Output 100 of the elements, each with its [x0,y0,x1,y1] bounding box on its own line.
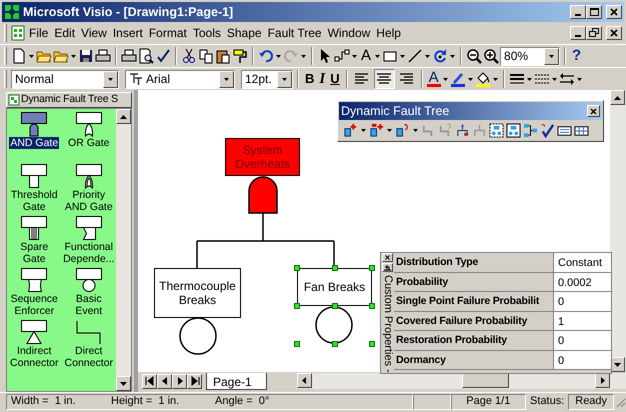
stencil-item[interactable]: OR Gate [67,137,110,149]
printer-icon[interactable] [95,48,111,64]
last-page-icon[interactable] [188,375,200,387]
align-center-button[interactable] [374,69,395,89]
selection-handle[interactable] [369,265,375,271]
hierarchy-icon[interactable] [523,122,538,138]
selection-handle[interactable] [294,265,300,271]
caret-icon[interactable] [351,52,358,60]
rotate-icon[interactable] [432,48,448,64]
scroll-left-icon[interactable] [301,376,308,385]
caret-icon[interactable] [466,76,474,82]
caret-icon[interactable] [449,52,456,60]
scroll-down-icon[interactable] [613,362,622,368]
stencil-item[interactable]: Sequence Enforcer [7,293,62,317]
caret-icon[interactable] [548,52,556,60]
save-icon[interactable] [78,48,94,64]
caret-icon[interactable] [386,126,393,134]
stencil-item[interactable]: Indirect Connector [7,345,62,369]
caret-icon[interactable] [70,52,77,60]
close-icon[interactable] [589,106,598,116]
font-size-dropdown[interactable]: 12pt. [241,70,293,88]
format-painter-icon[interactable] [232,48,248,64]
menu-item[interactable]: Tools [190,23,224,43]
zoom-dropdown[interactable]: 80% [500,46,560,66]
close-icon[interactable] [608,27,620,39]
italic-button[interactable]: I [317,71,328,87]
zoom-in-icon[interactable] [483,48,500,64]
menu-item[interactable]: View [78,23,110,43]
zoom-out-icon[interactable] [466,48,482,64]
caret-icon[interactable] [281,76,288,82]
block-question-icon[interactable] [395,122,410,138]
help-button[interactable]: ? [570,48,584,64]
page-tab[interactable]: Page-1 [206,372,267,390]
style-dropdown[interactable]: Normal [11,70,119,88]
property-value[interactable]: 0.0002 [554,272,611,291]
text-tool-button[interactable]: A [359,48,374,64]
caret-icon[interactable] [424,52,432,60]
stencil-item[interactable]: Spare Gate [7,241,62,265]
connector-icon[interactable] [334,48,350,64]
scroll-up-icon[interactable] [613,94,622,100]
copy-icon[interactable] [198,48,214,64]
property-value[interactable]: 1 [554,312,611,330]
selection-handle[interactable] [294,341,300,347]
font-dropdown[interactable]: Arial [125,70,235,88]
property-value[interactable]: Constant [554,253,611,272]
stencil-item[interactable]: Threshold Gate [7,189,62,213]
undo-icon[interactable] [258,48,274,64]
caret-icon[interactable] [360,126,367,134]
menu-item[interactable]: File [26,23,52,43]
selection-handle[interactable] [294,303,300,309]
caret-icon[interactable] [492,76,499,82]
caret-icon[interactable] [526,76,533,82]
property-value[interactable]: 0 [554,331,611,350]
scroll-right-icon[interactable] [600,376,606,385]
paste-icon[interactable] [215,48,231,64]
tree-window-icon[interactable] [506,122,521,138]
print-preview-icon[interactable] [138,48,154,64]
caret-icon[interactable] [442,76,449,82]
menu-item[interactable]: Insert [110,23,146,43]
maximize-icon[interactable] [588,6,600,18]
spelling-check-icon[interactable] [155,48,171,64]
menu-item[interactable]: Window [324,23,374,43]
selection-handle[interactable] [332,341,338,347]
menu-item[interactable]: Shape [224,23,265,43]
new-document-icon[interactable] [11,48,27,64]
scroll-down-icon[interactable] [119,380,128,386]
print-icon[interactable] [121,48,137,64]
caret-icon[interactable] [300,52,307,60]
restore-icon[interactable] [588,27,600,39]
underline-button[interactable]: U [328,71,342,87]
caret-icon[interactable] [550,76,558,82]
add-block-icon[interactable] [343,122,358,138]
selection-handle[interactable] [332,265,338,271]
caret-icon[interactable] [576,76,583,82]
stencil-item[interactable]: AND Gate [9,137,60,149]
line-ends-icon[interactable] [558,71,575,87]
tree-frame-icon[interactable] [489,122,504,138]
event-box[interactable]: Fan Breaks [297,268,372,306]
bold-button[interactable]: B [303,71,316,87]
selection-handle[interactable] [369,303,375,309]
stencil-item[interactable]: Basic Event [62,293,116,317]
cut-icon[interactable] [181,48,197,64]
caret-icon[interactable] [107,76,114,82]
first-page-icon[interactable] [144,375,156,387]
property-value[interactable]: 0 [554,350,611,369]
scroll-thumb[interactable] [462,373,509,388]
caret-icon[interactable] [28,52,35,60]
caret-icon[interactable] [374,52,382,60]
font-color-button[interactable]: A [426,71,441,87]
caret-icon[interactable] [412,126,419,134]
menu-item[interactable]: Format [146,23,190,43]
caret-icon[interactable] [399,52,406,60]
selection-handle[interactable] [369,341,375,347]
property-value[interactable]: 0 [554,292,611,310]
pin-icon[interactable] [384,264,391,272]
tree-arrow-icon[interactable] [455,122,470,138]
menu-item[interactable]: Help [373,23,404,43]
close-icon[interactable] [384,254,391,262]
stencil-item[interactable]: Direct Connector [62,345,116,369]
line-color-icon[interactable] [450,71,466,87]
